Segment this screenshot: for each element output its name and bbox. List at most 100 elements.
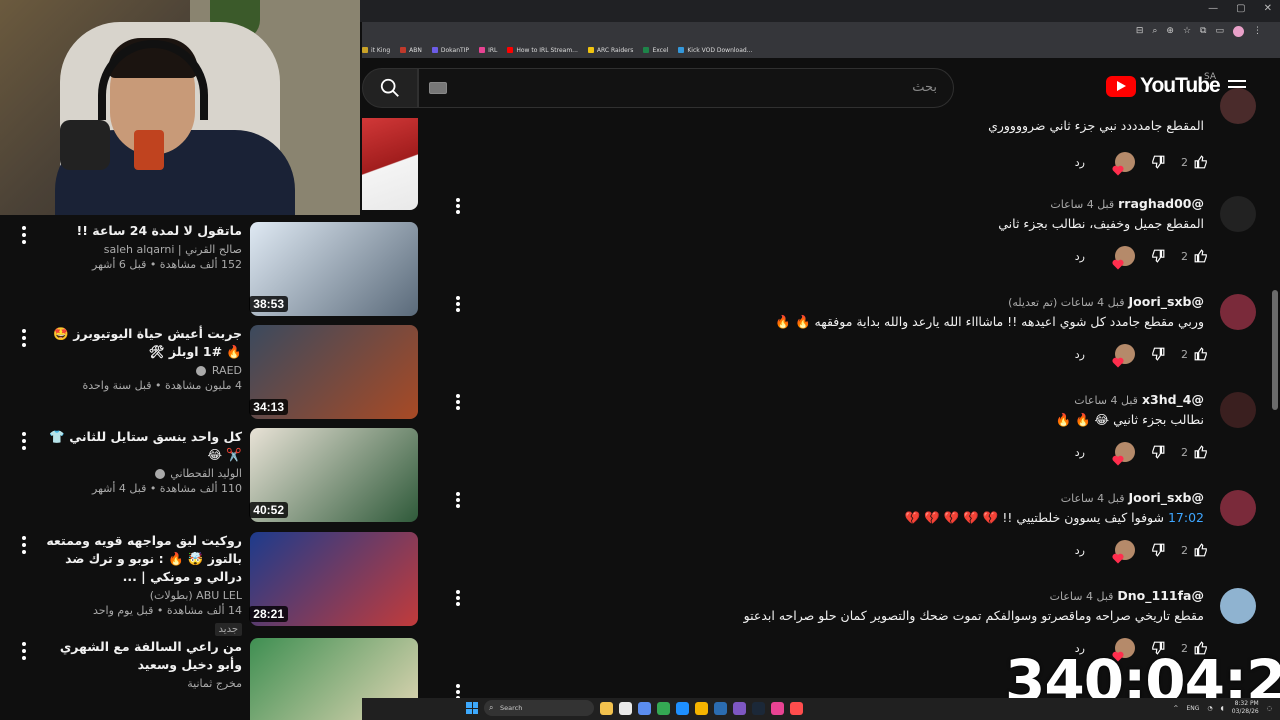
comment-time[interactable]: قبل 4 ساعات bbox=[1061, 492, 1125, 505]
comment-more-icon[interactable] bbox=[452, 198, 464, 214]
like-icon[interactable] bbox=[1194, 543, 1208, 557]
sidepanel-icon[interactable]: ▭ bbox=[1215, 26, 1224, 37]
chevron-up-icon[interactable]: ^ bbox=[1173, 705, 1178, 712]
taskbar-app-icon[interactable] bbox=[676, 701, 689, 715]
comment-time[interactable]: قبل 4 ساعات bbox=[1074, 394, 1138, 407]
like-icon[interactable] bbox=[1194, 445, 1208, 459]
install-icon[interactable]: ⊟ bbox=[1136, 26, 1144, 37]
video-title[interactable]: جربت أعيش حياة اليوتيوبرز 🤩 🔥 #1 اوبلز 🛠 bbox=[42, 325, 242, 361]
extensions-icon[interactable]: ⧉ bbox=[1200, 26, 1206, 37]
reply-button[interactable]: رد bbox=[1075, 348, 1085, 361]
windows-start-icon[interactable] bbox=[466, 702, 478, 714]
bookmark-item[interactable]: ARC Raiders bbox=[587, 47, 633, 54]
taskbar-app-icon[interactable] bbox=[790, 701, 803, 715]
taskbar-app-icon[interactable] bbox=[638, 701, 651, 715]
channel-name[interactable]: ABU LEL (بطولات) bbox=[42, 589, 242, 602]
channel-name[interactable]: صالح القرني | saleh alqarni bbox=[42, 243, 242, 256]
recommended-video[interactable]: 34:13 جربت أعيش حياة اليوتيوبرز 🤩 🔥 #1 او… bbox=[0, 325, 418, 421]
taskbar-search[interactable]: ⌕ Search bbox=[484, 700, 594, 716]
taskbar-app-icon[interactable] bbox=[600, 701, 613, 715]
channel-name[interactable]: RAED bbox=[42, 364, 242, 377]
dislike-icon[interactable] bbox=[1151, 543, 1165, 557]
comment-author[interactable]: @Joori_sxb bbox=[1129, 294, 1204, 309]
reply-button[interactable]: رد bbox=[1075, 446, 1085, 459]
close-icon[interactable]: ✕ bbox=[1264, 3, 1272, 14]
lens-icon[interactable]: ⊕ bbox=[1166, 26, 1174, 37]
comment-more-icon[interactable] bbox=[452, 590, 464, 606]
comment-time[interactable]: قبل 4 ساعات bbox=[1050, 198, 1114, 211]
language-indicator[interactable]: ENG bbox=[1186, 705, 1199, 712]
more-options-icon[interactable] bbox=[18, 329, 30, 347]
search-button[interactable] bbox=[362, 68, 418, 108]
recommended-video[interactable]: 40:52 كل واحد ينسق ستايل للثاني 👕 ✂️ 😂 الو… bbox=[0, 428, 418, 524]
bookmark-item[interactable]: How to IRL Stream... bbox=[507, 47, 578, 54]
maximize-icon[interactable]: ▢ bbox=[1236, 3, 1245, 14]
taskbar-app-icon[interactable] bbox=[657, 701, 670, 715]
bookmark-item[interactable]: Excel bbox=[643, 47, 668, 54]
volume-icon[interactable]: ◖ bbox=[1221, 705, 1224, 712]
bookmark-item[interactable]: ABN bbox=[400, 47, 422, 54]
comment-more-icon[interactable] bbox=[452, 394, 464, 410]
commenter-avatar[interactable] bbox=[1220, 588, 1256, 624]
like-icon[interactable] bbox=[1194, 347, 1208, 361]
profile-avatar[interactable] bbox=[1233, 26, 1244, 37]
reply-button[interactable]: رد bbox=[1075, 544, 1085, 557]
recommended-video[interactable]: 28:21 روكيت ليق مواجهه قويه وممتعه بالتوز… bbox=[0, 532, 418, 636]
taskbar-app-icon[interactable] bbox=[733, 701, 746, 715]
more-options-icon[interactable] bbox=[18, 536, 30, 554]
dislike-icon[interactable] bbox=[1151, 249, 1165, 263]
comment-more-icon[interactable] bbox=[452, 296, 464, 312]
comment-author[interactable]: @rraghad00 bbox=[1118, 196, 1204, 211]
network-icon[interactable]: ◔ bbox=[1207, 705, 1212, 712]
bookmark-item[interactable]: DokanTIP bbox=[431, 47, 469, 54]
commenter-avatar[interactable] bbox=[1220, 490, 1256, 526]
comment-time[interactable]: قبل 4 ساعات bbox=[1050, 590, 1114, 603]
page-scrollbar[interactable] bbox=[1272, 290, 1278, 410]
keyboard-icon[interactable] bbox=[429, 82, 447, 94]
commenter-avatar[interactable] bbox=[1220, 196, 1256, 232]
dislike-icon[interactable] bbox=[1151, 445, 1165, 459]
more-options-icon[interactable] bbox=[18, 226, 30, 244]
notification-bell-icon[interactable]: ◌ bbox=[1267, 705, 1272, 712]
dislike-icon[interactable] bbox=[1151, 347, 1165, 361]
reply-button[interactable]: رد bbox=[1075, 250, 1085, 263]
bookmark-item[interactable]: Kick VOD Download... bbox=[678, 47, 752, 54]
taskbar-app-icon[interactable] bbox=[752, 701, 765, 715]
taskbar-clock[interactable]: 8:32 PM 03/28/26 bbox=[1232, 700, 1259, 716]
more-options-icon[interactable] bbox=[18, 432, 30, 450]
video-title[interactable]: كل واحد ينسق ستايل للثاني 👕 ✂️ 😂 bbox=[42, 428, 242, 464]
taskbar-app-icon[interactable] bbox=[771, 701, 784, 715]
like-icon[interactable] bbox=[1194, 249, 1208, 263]
video-title[interactable]: روكيت ليق مواجهه قويه وممتعه بالتوز 🤯 🔥 … bbox=[42, 532, 242, 586]
browser-menu-icon[interactable]: ⋮ bbox=[1253, 26, 1262, 37]
video-title[interactable]: ماتقول لا لمدة 24 ساعة !! bbox=[42, 222, 242, 240]
taskbar-app-icon[interactable] bbox=[695, 701, 708, 715]
recommended-video[interactable]: 38:53 ماتقول لا لمدة 24 ساعة !! صالح القرن… bbox=[0, 222, 418, 318]
comment-timestamp-link[interactable]: 17:02 bbox=[1168, 510, 1204, 525]
comment-author[interactable]: @Dno_111fa bbox=[1117, 588, 1204, 603]
bookmark-item[interactable]: it King bbox=[362, 47, 390, 54]
comment-more-icon[interactable] bbox=[452, 492, 464, 508]
channel-name[interactable]: الوليد القحطاني bbox=[42, 467, 242, 480]
taskbar-app-icon[interactable] bbox=[619, 701, 632, 715]
partial-video-thumbnail[interactable] bbox=[362, 118, 418, 210]
video-title[interactable]: من راعي السالفة مع الشهري وأبو دخيل وسعي… bbox=[42, 638, 242, 674]
minimize-icon[interactable]: — bbox=[1208, 3, 1218, 14]
more-options-icon[interactable] bbox=[18, 642, 30, 660]
like-icon[interactable] bbox=[1194, 155, 1208, 169]
star-icon[interactable]: ☆ bbox=[1183, 26, 1191, 37]
dislike-icon[interactable] bbox=[1151, 155, 1165, 169]
recommended-video[interactable]: من راعي السالفة مع الشهري وأبو دخيل وسعي… bbox=[0, 638, 418, 720]
comment-author[interactable]: @x3hd_4 bbox=[1142, 392, 1204, 407]
channel-name[interactable]: مخرج ثمانية bbox=[42, 677, 242, 690]
youtube-logo[interactable]: YouTube bbox=[1106, 74, 1221, 98]
taskbar-app-icon[interactable] bbox=[714, 701, 727, 715]
commenter-avatar[interactable] bbox=[1220, 294, 1256, 330]
commenter-avatar[interactable] bbox=[1220, 88, 1256, 124]
reply-button[interactable]: رد bbox=[1075, 156, 1085, 169]
commenter-avatar[interactable] bbox=[1220, 392, 1256, 428]
comment-author[interactable]: @Joori_sxb bbox=[1129, 490, 1204, 505]
address-bar[interactable]: ⊟ ⌕ ⊕ ☆ ⧉ ▭ ⋮ bbox=[362, 22, 1280, 42]
zoom-icon[interactable]: ⌕ bbox=[1152, 26, 1157, 37]
bookmark-item[interactable]: IRL bbox=[479, 47, 497, 54]
